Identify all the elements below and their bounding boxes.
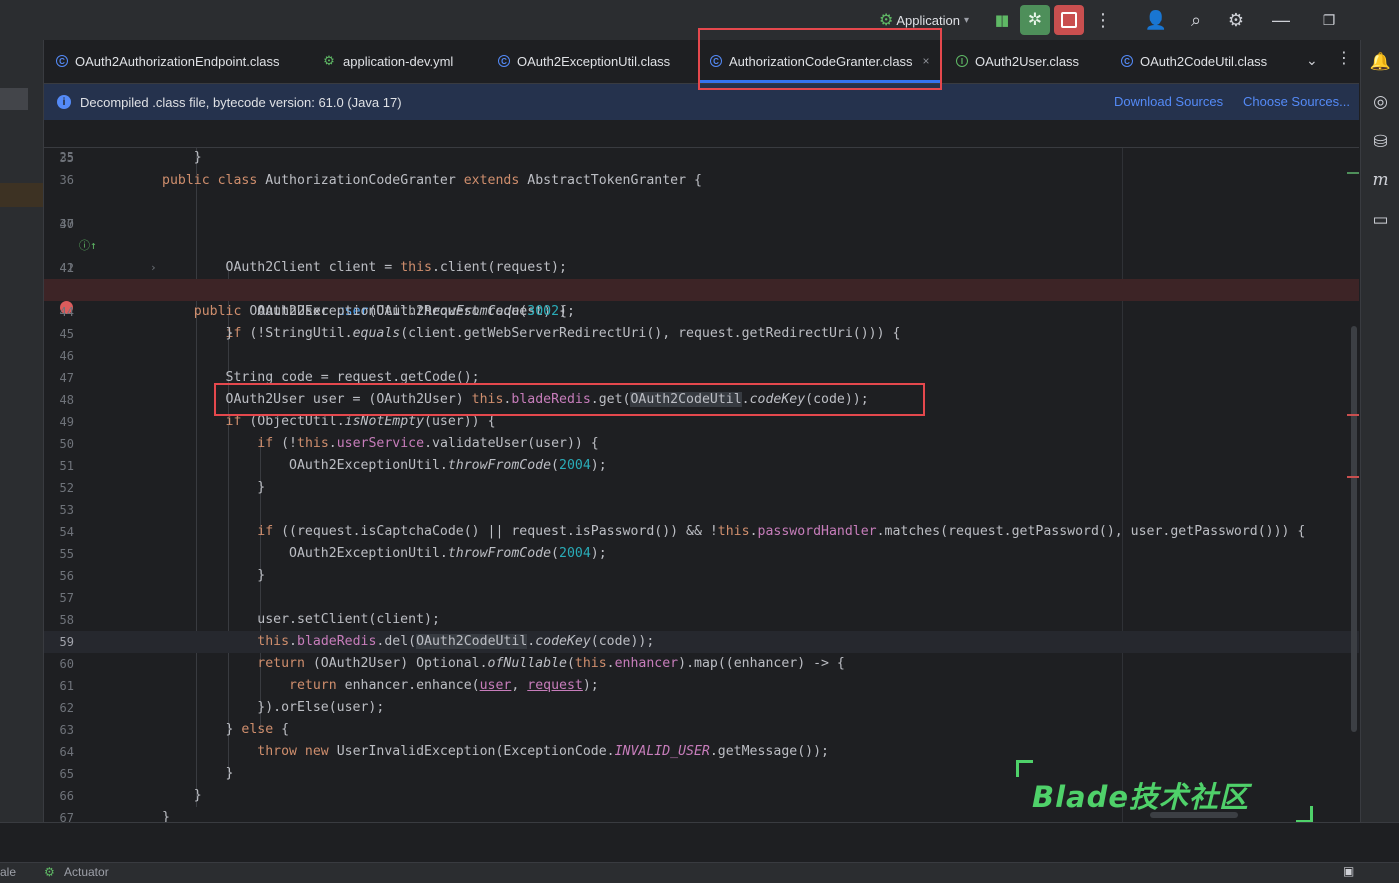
- info-icon: i: [57, 95, 71, 109]
- code-line: 44 OAuth2ExceptionUtil.throwFromCode(300…: [59, 304, 575, 319]
- restore-button[interactable]: ❐: [1314, 0, 1344, 40]
- code-line: 63 } else {: [59, 722, 290, 737]
- add-user-icon: 👤: [1144, 9, 1168, 30]
- highlight-box-code-line: [214, 383, 925, 416]
- interface-icon: I: [956, 55, 968, 67]
- code-line: 46: [59, 349, 74, 363]
- code-line: 56 }: [59, 568, 266, 583]
- minimize-icon: —: [1272, 9, 1290, 30]
- tab-oauth2-user[interactable]: I OAuth2User.class: [956, 40, 1079, 82]
- debug-icon: ✲: [1027, 10, 1043, 29]
- tab-label: application-dev.yml: [343, 53, 454, 69]
- gutter-marker: [1347, 172, 1359, 174]
- code-line: 40: [59, 217, 74, 231]
- class-icon: C: [498, 55, 510, 67]
- yaml-icon: ⚙: [323, 53, 335, 68]
- current-line: 59 this.bladeRedis.del(OAuth2CodeUtil.co…: [44, 631, 1359, 653]
- code-line: 58 user.setClient(client);: [59, 612, 440, 627]
- right-tool-window-bar: 🔔 ◎ ⛁ m ▭: [1360, 40, 1399, 822]
- maven-icon[interactable]: m: [1361, 170, 1399, 190]
- code-line: 60 return (OAuth2User) Optional.ofNullab…: [59, 656, 845, 671]
- class-icon: C: [56, 55, 68, 67]
- code-line: 62 }).orElse(user);: [59, 700, 385, 715]
- tab-label: OAuth2AuthorizationEndpoint.class: [75, 53, 280, 69]
- stop-icon: [1061, 12, 1077, 28]
- tab-application-dev-yml[interactable]: ⚙ application-dev.yml: [322, 40, 453, 82]
- more-actions-button[interactable]: ⋮: [1088, 0, 1118, 40]
- settings-icon: ⚙: [1227, 9, 1245, 30]
- code-line: 57: [59, 591, 74, 605]
- chevron-down-icon: ▾: [963, 14, 969, 26]
- run-config-icon: ⚙: [879, 12, 894, 29]
- minimize-button[interactable]: —: [1266, 0, 1296, 40]
- more-vertical-icon: ⋮: [1094, 9, 1112, 30]
- settings-button[interactable]: ⚙: [1221, 0, 1251, 40]
- bottom-panel-area: [0, 822, 1399, 863]
- code-line: 50 if (!this.userService.validateUser(us…: [59, 436, 599, 451]
- search-icon: ⌕: [1190, 9, 1202, 30]
- actuator-icon: ⚙: [44, 865, 55, 879]
- code-line: 45 }: [59, 326, 234, 341]
- layout-icon[interactable]: ▣: [1343, 864, 1354, 878]
- more-vertical-icon[interactable]: ⋮: [1336, 48, 1352, 68]
- project-panel-strip: [0, 40, 44, 822]
- debug-button[interactable]: ✲: [1020, 5, 1050, 35]
- code-with-me-button[interactable]: 👤: [1141, 0, 1171, 40]
- tab-oauth2-code-util[interactable]: C OAuth2CodeUtil.class: [1121, 40, 1267, 82]
- status-bar: ale ⚙ Actuator ▣: [0, 862, 1399, 883]
- code-line: 61 return enhancer.enhance(user, request…: [59, 678, 599, 693]
- tab-oauth2-authorization-endpoint[interactable]: C OAuth2AuthorizationEndpoint.class: [56, 40, 280, 82]
- code-line: 37 ⓘ↑ › public String type(){ return "au…: [44, 191, 1359, 297]
- code-editor[interactable]: 25 public class AuthorizationCodeGranter…: [44, 121, 1359, 822]
- code-line: 53: [59, 503, 74, 517]
- project-tree-selection[interactable]: [0, 88, 28, 110]
- run-config-label: Application: [896, 12, 960, 28]
- code-line: 54 if ((request.isCaptchaCode() || reque…: [59, 524, 1306, 539]
- gutter-marker: [1347, 414, 1359, 416]
- restore-icon: ❐: [1322, 11, 1336, 28]
- class-icon: C: [1121, 55, 1133, 67]
- chevron-down-icon[interactable]: ⌄: [1306, 52, 1318, 69]
- tab-oauth2-exception-util[interactable]: C OAuth2ExceptionUtil.class: [498, 40, 670, 82]
- pause-button[interactable]: ▮▮: [990, 0, 1012, 40]
- status-left-text: ale: [0, 865, 17, 879]
- actuator-tab[interactable]: Actuator: [64, 865, 109, 879]
- tab-label: OAuth2CodeUtil.class: [1140, 53, 1268, 69]
- search-everywhere-button[interactable]: ⌕: [1181, 0, 1211, 40]
- code-text: public class AuthorizationCodeGranter ex…: [162, 173, 702, 188]
- banner-message: Decompiled .class file, bytecode version…: [80, 94, 402, 110]
- download-sources-link[interactable]: Download Sources: [1114, 94, 1223, 109]
- stop-button[interactable]: [1054, 5, 1084, 35]
- code-line: 52 }: [59, 480, 266, 495]
- breakpoint-line: if (!StringUtil.equals(client.getWebServ…: [44, 279, 1359, 341]
- code-line: 41 ⓞ↑ public OAuth2User user(OAuth2Reque…: [59, 261, 567, 319]
- pause-icon: ▮▮: [994, 12, 1009, 29]
- code-line: 64 throw new UserInvalidException(Except…: [59, 744, 829, 759]
- watermark-logo: Blade技术社区: [1032, 780, 1250, 814]
- code-line: 42 OAuth2Client client = this.client(req…: [59, 260, 567, 275]
- notifications-icon[interactable]: 🔔: [1361, 52, 1399, 72]
- sticky-header-line: 25 public class AuthorizationCodeGranter…: [44, 121, 1359, 188]
- code-line: 51 OAuth2ExceptionUtil.throwFromCode(200…: [59, 458, 607, 473]
- project-tree-highlight: [0, 183, 43, 207]
- gutter-marker: [1347, 476, 1359, 478]
- tab-label: OAuth2ExceptionUtil.class: [517, 53, 671, 69]
- database-icon[interactable]: ⛁: [1361, 132, 1399, 152]
- highlight-box-active-tab: [698, 28, 942, 90]
- endpoints-icon[interactable]: ▭: [1361, 210, 1399, 230]
- code-line: 35 }: [60, 150, 202, 165]
- tab-label: OAuth2User.class: [975, 53, 1080, 69]
- watermark-bracket: [1016, 760, 1033, 777]
- vertical-scrollbar[interactable]: [1351, 326, 1357, 732]
- watermark-bracket: [1296, 806, 1313, 823]
- code-line: 55 OAuth2ExceptionUtil.throwFromCode(200…: [59, 546, 607, 561]
- choose-sources-link[interactable]: Choose Sources...: [1243, 94, 1350, 109]
- ai-assistant-icon[interactable]: ◎: [1361, 92, 1399, 112]
